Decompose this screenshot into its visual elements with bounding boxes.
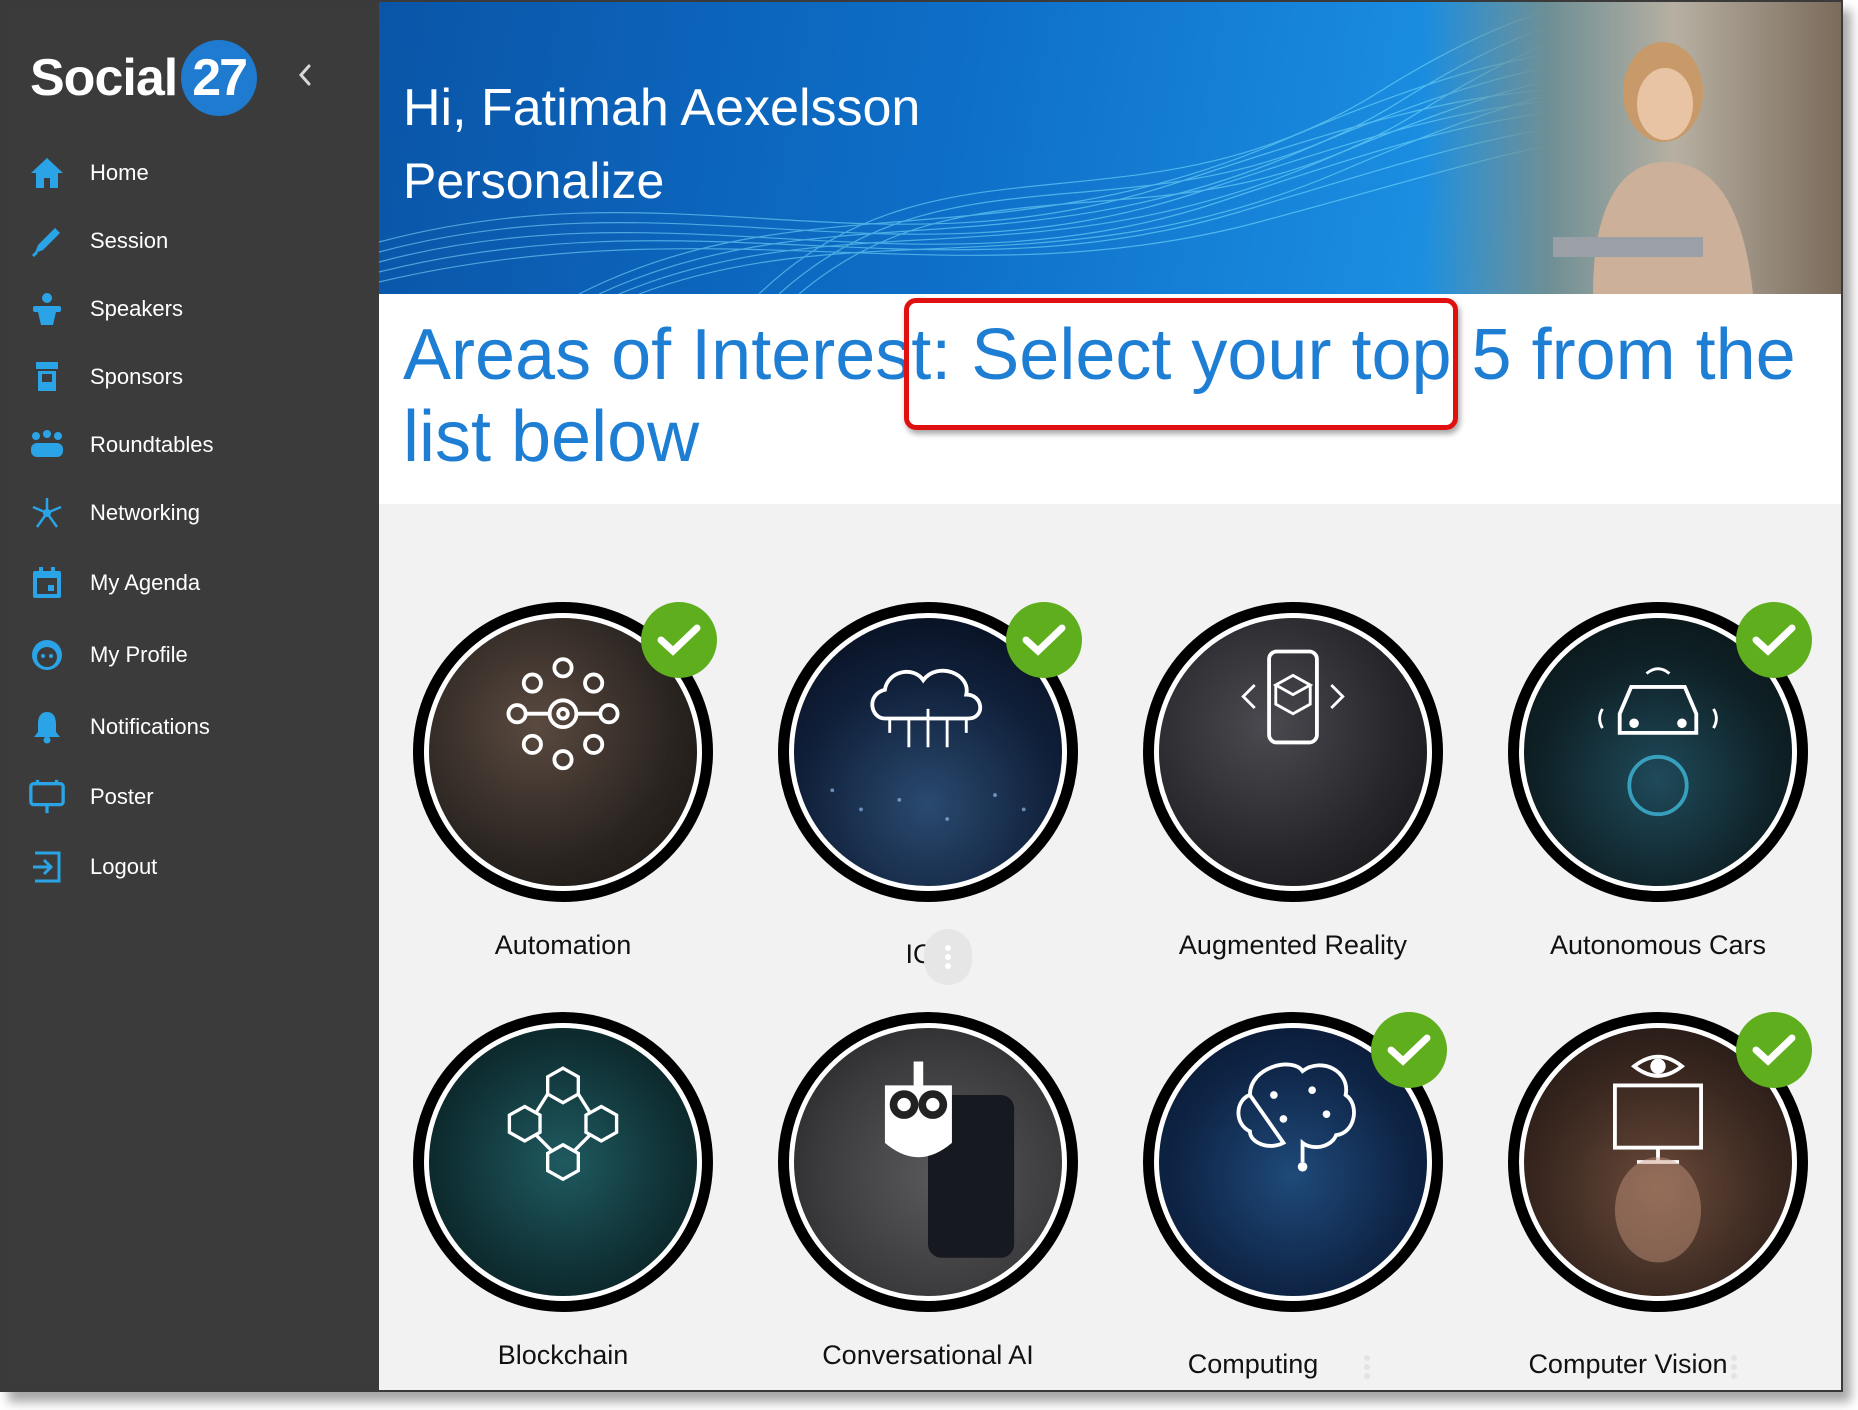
interest-label: Blockchain: [497, 1340, 629, 1370]
bell-icon: [28, 708, 66, 746]
interest-card-iot[interactable]: IOT: [778, 602, 1082, 985]
interest-card-conversational-ai[interactable]: Conversational AI: [778, 1012, 1078, 1390]
banner-photo: [1423, 2, 1841, 294]
easel-icon: [28, 778, 66, 816]
woman-at-laptop-image: [1553, 42, 1753, 294]
sidebar-item-label: My Profile: [90, 642, 188, 667]
interest-image-circle: [1143, 602, 1443, 902]
heading-section: Areas of Interest: Select your top 5 fro…: [379, 294, 1841, 504]
logo-word: Social: [30, 49, 178, 107]
logout-icon: [28, 848, 66, 886]
interest-image-circle: [413, 1012, 713, 1312]
selected-check-icon: [1736, 602, 1812, 678]
sidebar-item-poster[interactable]: Poster: [2, 768, 379, 826]
banner-subtitle: Personalize: [403, 153, 665, 209]
sidebar-item-session[interactable]: Session: [2, 212, 379, 270]
selected-check-icon: [1371, 1012, 1447, 1088]
sidebar-item-my-profile[interactable]: My Profile: [2, 626, 379, 684]
interest-card-blockchain[interactable]: Blockchain: [413, 1012, 713, 1390]
annotation-highlight-box: [904, 298, 1458, 430]
interest-card-automation[interactable]: Automation: [413, 602, 717, 982]
greeting-text: Hi, Fatimah Aexelsson: [403, 79, 921, 137]
interest-label: Automation: [494, 930, 632, 960]
sidebar-item-label: Speakers: [90, 296, 183, 321]
selected-check-icon: [1006, 602, 1082, 678]
sidebar: Social 27 Home Session Speakers Sponsors…: [2, 2, 379, 1390]
sidebar-item-label: Poster: [90, 784, 154, 809]
pen-icon: [28, 222, 66, 260]
collapse-sidebar-button[interactable]: [292, 60, 318, 90]
sidebar-item-label: Home: [90, 160, 149, 185]
interest-card-autonomous-cars[interactable]: Autonomous Cars: [1508, 602, 1812, 982]
sidebar-item-label: Networking: [90, 500, 201, 525]
selected-check-icon: [1736, 1012, 1812, 1088]
chevron-left-icon: [298, 64, 311, 86]
selected-check-icon: [641, 602, 717, 678]
sidebar-item-label: Notifications: [90, 714, 210, 739]
sidebar-item-my-agenda[interactable]: My Agenda: [2, 554, 379, 612]
interest-card-augmented-reality[interactable]: Augmented Reality: [1143, 602, 1443, 982]
interest-image-circle: [778, 1012, 1078, 1312]
app-window: Social 27 Home Session Speakers Sponsors…: [0, 0, 1843, 1392]
sidebar-item-home[interactable]: Home: [2, 144, 379, 202]
group-icon: [28, 426, 66, 464]
sidebar-item-label: Logout: [90, 854, 158, 879]
interest-card-computer-vision[interactable]: Computer Vision: [1508, 1012, 1812, 1390]
sidebar-item-label: Sponsors: [90, 364, 183, 389]
logo-number: 27: [181, 40, 258, 116]
sidebar-item-sponsors[interactable]: Sponsors: [2, 348, 379, 406]
face-icon: [28, 636, 66, 674]
interest-label: Augmented Reality: [1178, 930, 1408, 960]
home-icon: [28, 154, 66, 192]
sidebar-item-notifications[interactable]: Notifications: [2, 698, 379, 756]
chatbot-owl-icon: [884, 1061, 1015, 1258]
sidebar-item-logout[interactable]: Logout: [2, 838, 379, 896]
sidebar-item-label: My Agenda: [90, 570, 201, 595]
calendar-icon: [28, 564, 66, 602]
sidebar-item-label: Roundtables: [90, 432, 214, 457]
interest-label: Conversational AI: [822, 1340, 1034, 1370]
vertical-dots-icon: [1364, 1355, 1370, 1379]
podium-icon: [28, 290, 66, 328]
more-options-button[interactable]: [924, 929, 972, 985]
booth-icon: [28, 358, 66, 396]
phone-ar-icon: [1241, 649, 1345, 745]
sidebar-item-label: Session: [90, 228, 169, 253]
welcome-banner: Hi, Fatimah Aexelsson Personalize: [379, 2, 1841, 294]
sidebar-item-networking[interactable]: Networking: [2, 484, 379, 542]
interest-label: Autonomous Cars: [1549, 930, 1767, 960]
more-options-button[interactable]: [1710, 1339, 1758, 1390]
interest-card-computing[interactable]: Computing: [1143, 1012, 1447, 1390]
sidebar-item-speakers[interactable]: Speakers: [2, 280, 379, 338]
vertical-dots-icon: [945, 945, 951, 969]
vertical-dots-icon: [1731, 1355, 1737, 1379]
more-options-button[interactable]: [1343, 1339, 1391, 1390]
logo[interactable]: Social 27: [30, 38, 258, 118]
sidebar-item-roundtables[interactable]: Roundtables: [2, 416, 379, 474]
interest-label: Computer Vision: [1528, 1349, 1728, 1379]
blockchain-cubes-icon: [507, 1066, 619, 1182]
network-icon: [28, 494, 66, 532]
